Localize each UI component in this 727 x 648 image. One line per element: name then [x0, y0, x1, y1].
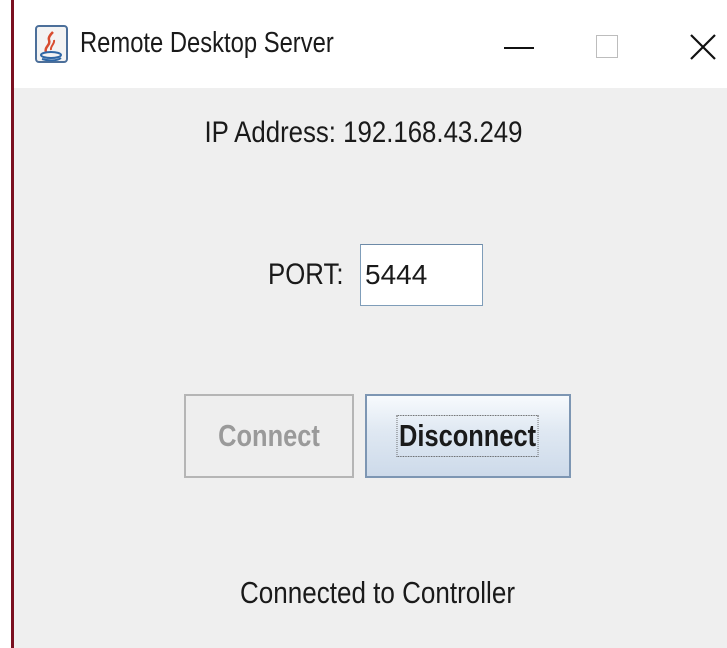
app-window: Remote Desktop Server IP Address: 192.16… — [0, 0, 727, 648]
title-bar[interactable]: Remote Desktop Server — [14, 0, 727, 88]
disconnect-button[interactable]: Disconnect — [365, 394, 571, 478]
port-input[interactable] — [360, 244, 483, 306]
port-label: PORT: — [268, 258, 344, 291]
connect-button[interactable]: Connect — [184, 394, 354, 478]
ip-address-label: IP Address: 192.168.43.249 — [204, 116, 523, 149]
connection-status: Connected to Controller — [239, 575, 516, 610]
close-icon[interactable] — [683, 20, 723, 68]
connect-button-label: Connect — [218, 418, 320, 453]
window-title: Remote Desktop Server — [80, 27, 334, 59]
minimize-icon[interactable] — [499, 20, 539, 68]
maximize-icon[interactable] — [588, 20, 628, 68]
java-icon — [35, 25, 68, 63]
disconnect-button-label: Disconnect — [397, 415, 539, 457]
